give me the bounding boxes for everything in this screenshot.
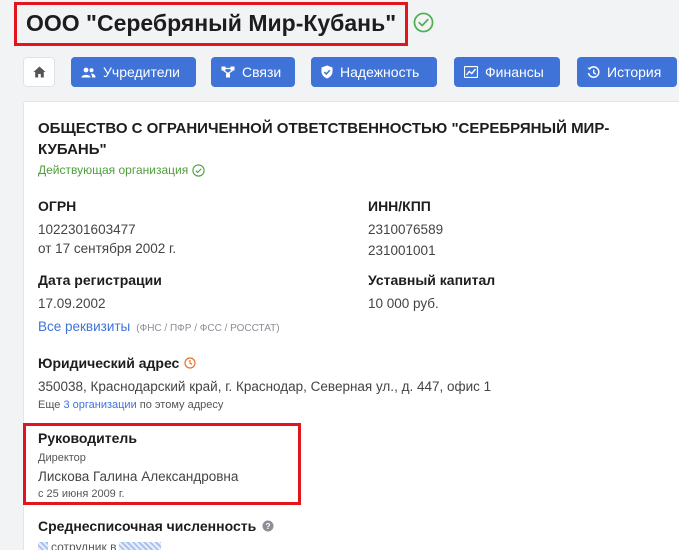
finances-label: Финансы (485, 64, 544, 80)
network-icon (221, 66, 235, 78)
all-details-row: Все реквизиты (ФНС / ПФР / ФСС / РОССТАТ… (38, 319, 280, 334)
all-details-sources: (ФНС / ПФР / ФСС / РОССТАТ) (136, 323, 280, 334)
connections-label: Связи (242, 64, 282, 80)
leader-name[interactable]: Лискова Галина Александровна (38, 469, 238, 484)
ogrn-label: ОГРН (38, 198, 77, 214)
ogrn-date: от 17 сентября 2002 г. (38, 241, 177, 256)
employees-label: Среднесписочная численность (38, 518, 257, 534)
address-more-link[interactable]: 3 организации (63, 399, 136, 411)
reliability-button[interactable]: Надежность (311, 57, 437, 87)
leader-label: Руководитель (38, 430, 137, 446)
all-details-link[interactable]: Все реквизиты (38, 319, 130, 334)
home-button[interactable] (23, 57, 55, 87)
shield-check-icon (321, 65, 333, 79)
employees-row: сотрудник в (38, 540, 162, 550)
inn-kpp-label: ИНН/КПП (368, 198, 431, 214)
history-label: История (607, 64, 662, 80)
home-icon (33, 66, 45, 78)
reg-date-label: Дата регистрации (38, 272, 162, 288)
clock-icon[interactable] (184, 357, 196, 369)
company-full-name: ОБЩЕСТВО С ОГРАНИЧЕННОЙ ОТВЕТСТВЕННОСТЬЮ… (38, 120, 610, 158)
founders-button[interactable]: Учредители (71, 57, 196, 87)
status-check-icon (192, 163, 205, 177)
users-icon (81, 67, 96, 77)
reliability-label: Надежность (340, 64, 420, 80)
company-title: ООО "Серебряный Мир-Кубань" (14, 2, 408, 46)
address-more: Еще 3 организации по этому адресу (38, 399, 223, 411)
chart-icon (464, 66, 478, 78)
leader-since: с 25 июня 2009 г. (38, 488, 125, 500)
inn-value: 2310076589 (368, 222, 444, 237)
connections-button[interactable]: Связи (211, 57, 295, 87)
employees-count-placeholder (38, 542, 48, 550)
history-button[interactable]: История (577, 57, 677, 87)
reg-date-value: 17.09.2002 (38, 296, 106, 311)
capital-label: Уставный капитал (368, 272, 496, 288)
address-label-row: Юридический адрес (38, 355, 196, 371)
employees-label-row: Среднесписочная численность ? (38, 518, 274, 534)
address-label: Юридический адрес (38, 355, 180, 371)
company-nav: Учредители Связи Надежность Финансы Исто… (23, 57, 679, 87)
finances-button[interactable]: Финансы (454, 57, 560, 87)
address-value: 350038, Краснодарский край, г. Краснодар… (38, 379, 492, 394)
history-icon (587, 65, 600, 78)
leader-position: Директор (38, 452, 86, 464)
address-more-suffix: по этому адресу (139, 399, 224, 411)
svg-text:?: ? (266, 521, 271, 531)
help-icon[interactable]: ? (262, 520, 274, 532)
address-more-prefix: Еще (38, 399, 61, 411)
status-badge: Действующая организация (38, 163, 205, 177)
status-text: Действующая организация (38, 163, 189, 177)
verified-check-icon (413, 12, 434, 33)
employees-year-placeholder (119, 542, 162, 550)
company-title-text: ООО "Серебряный Мир-Кубань" (26, 10, 397, 36)
kpp-value: 231001001 (368, 243, 436, 258)
capital-value: 10 000 руб. (368, 296, 439, 311)
ogrn-value: 1022301603477 (38, 222, 136, 237)
founders-label: Учредители (103, 64, 181, 80)
employees-unit: сотрудник в (51, 540, 117, 550)
